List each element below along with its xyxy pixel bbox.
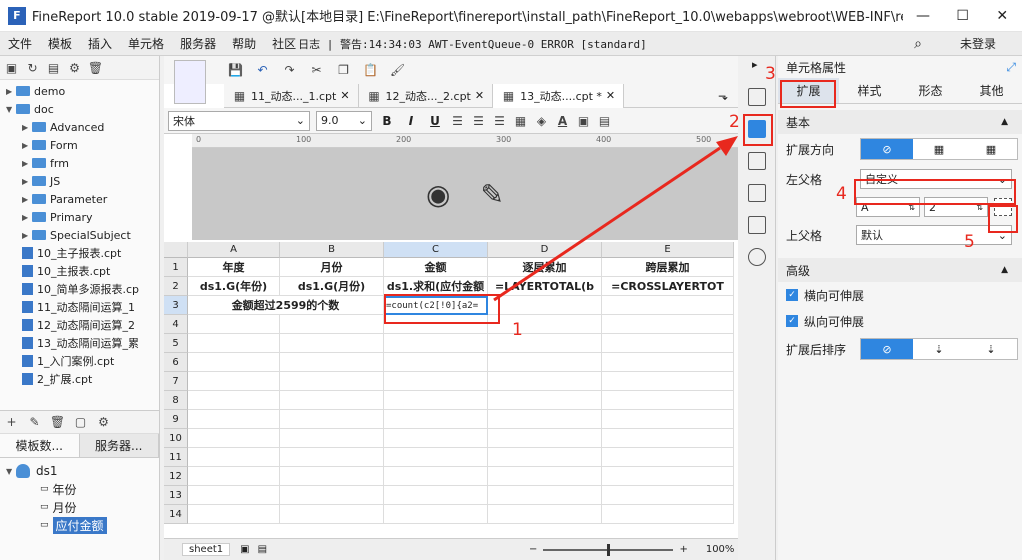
annotation-arrowhead	[716, 136, 738, 156]
annotation-arrow	[493, 146, 721, 302]
highlight-left-parent	[854, 179, 1016, 205]
highlight-formula-cell	[384, 294, 500, 324]
annotation-overlay	[493, 136, 738, 302]
annotation-number: 1	[512, 320, 523, 340]
annotation-number: 3	[765, 64, 776, 84]
highlight-cell-attribute	[743, 114, 773, 146]
highlight-expand-tab	[780, 80, 836, 108]
annotation-number: 5	[964, 232, 975, 252]
highlight-select-cell	[988, 205, 1018, 233]
annotation-number: 4	[836, 184, 847, 204]
annotation-number: 2	[729, 112, 740, 132]
